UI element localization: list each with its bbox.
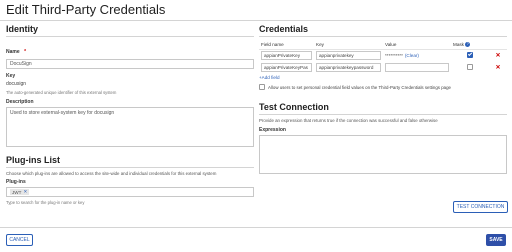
name-input[interactable]: DocuSign [6,59,254,69]
key-cell: appianprivatekey [314,49,383,61]
help-icon[interactable]: ? [465,41,471,47]
allow-users-row: Allow users to set personal credential f… [259,84,507,90]
field-name-input[interactable]: appianPrivateKey [261,50,312,60]
clear-link[interactable]: (Clear) [405,53,419,58]
name-label: Name [6,49,20,55]
mask-checkbox[interactable] [467,51,473,58]
field-name-input[interactable]: appianPrivateKeyPas [261,62,312,72]
field-name-cell: appianPrivateKeyPas [259,61,314,73]
credential-row: appianPrivateKeyPas appianprivatekeypass… [259,61,507,73]
value-display: ********** (Clear) [385,51,449,60]
column-mask: Mask ? [451,40,489,50]
test-connection-heading: Test Connection [259,102,507,115]
add-field-link[interactable]: +Add field [259,75,507,80]
test-intro: Provide an expression that returns true … [259,118,438,123]
key-value: docusign [6,81,27,87]
credentials-table: Field name Key Value Mask ? appianPrivat… [259,40,507,73]
key-cell: appianprivatekeypassword [314,61,383,73]
column-mask-label: Mask [453,41,464,47]
mask-checkbox[interactable] [467,63,473,70]
delete-cell: ✕ [489,49,507,61]
description-value: Used to store external-system key for do… [10,110,115,116]
allow-users-label: Allow users to set personal credential f… [268,84,451,90]
chip-remove-icon[interactable]: ✕ [23,189,27,195]
masked-value: ********** [385,52,403,58]
credentials-heading: Credentials [259,24,507,37]
description-label: Description [6,99,34,105]
credential-row: appianPrivateKey appianprivatekey ******… [259,49,507,61]
key-hint: The auto-generated unique identifier of … [6,90,117,95]
delete-row-icon[interactable]: ✕ [495,65,500,71]
value-cell: ********** (Clear) [383,49,451,61]
test-connection-button[interactable]: TEST CONNECTION [453,201,508,213]
field-name-cell: appianPrivateKey [259,49,314,61]
column-field-name: Field name [259,40,314,50]
title-divider [0,20,512,21]
key-input[interactable]: appianprivatekey [316,50,381,60]
delete-cell: ✕ [489,61,507,73]
name-label-row: Name * [6,40,254,58]
column-key: Key [314,40,383,50]
plugins-label: Plug-ins [6,179,26,185]
key-input[interactable]: appianprivatekeypassword [316,62,381,72]
key-label: Key [6,73,16,79]
allow-users-checkbox[interactable] [259,84,265,90]
identity-heading: Identity [6,24,254,37]
left-column: Identity Name * DocuSign Key docusign Th… [6,24,254,205]
delete-row-icon[interactable]: ✕ [495,53,500,59]
expression-label: Expression [259,127,286,133]
plugins-picker[interactable]: JWT ✕ [6,187,254,197]
mask-cell [451,49,489,61]
dialog-title: Edit Third-Party Credentials [6,2,166,17]
column-actions [489,40,507,50]
expression-editor[interactable] [259,135,507,174]
plugins-hint: Type to search for the plug-in name or k… [6,200,85,205]
save-button[interactable]: SAVE [486,234,506,246]
plugins-heading: Plug-ins List [6,155,254,168]
column-value: Value [383,40,451,50]
name-input-value: DocuSign [10,61,32,67]
value-cell [383,61,451,73]
credentials-header-row: Field name Key Value Mask ? [259,40,507,50]
plugin-chip: JWT ✕ [10,189,30,195]
description-textarea[interactable]: Used to store external-system key for do… [6,107,254,147]
plugins-intro: Choose which plug-ins are allowed to acc… [6,171,217,176]
required-marker: * [24,49,27,55]
right-column: Credentials Field name Key Value Mask ? … [259,24,507,174]
mask-cell [451,61,489,73]
cancel-button[interactable]: CANCEL [6,234,33,246]
footer-divider [0,227,512,228]
value-input[interactable] [385,62,449,72]
plugin-chip-label: JWT [12,189,22,195]
